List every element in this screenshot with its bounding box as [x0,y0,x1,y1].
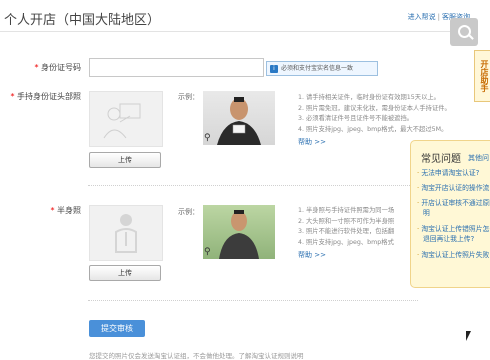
info-icon: i [270,64,278,73]
handheld-photo-label: * 手持身份证头部照 [10,92,81,101]
mouse-cursor-icon [466,331,471,341]
handheld-rules: 1. 请手持相关证件，临时身份证有效期15天以上。 2. 照片需免冠，建议未化妆… [298,94,451,133]
submit-review-button[interactable]: 提交审核 [89,320,145,337]
example-label: 示例： [178,93,199,101]
half-body-label: * 半身照 [50,206,81,215]
id-number-label: * 身份证号码 [34,63,81,72]
side-helper-tab[interactable]: 开店助手 [474,50,490,102]
handheld-photo-placeholder [89,91,163,147]
faq-item-continued[interactable]: 明 [423,208,430,218]
header-divider [0,31,470,32]
page-title: 个人开店（中国大陆地区） [4,13,161,28]
faq-panel: 常见问题 其他问 · 无法申请淘宝认证? · 淘宝开店认证的操作流 · 开店认证… [410,140,490,288]
half-body-placeholder [89,205,163,261]
required-mark: * [34,63,39,72]
faq-item[interactable]: · 淘宝认证上传照片失败 [417,250,489,260]
faq-item[interactable]: · 无法申请淘宝认证? [417,168,479,178]
half-body-example-photo [203,205,275,259]
faq-item[interactable]: · 淘宝认证上传错照片怎么 [417,224,490,234]
section-divider [88,185,418,186]
handheld-example-photo [203,91,275,145]
handheld-help-link[interactable]: 帮助 >> [298,137,326,147]
zoom-example-icon[interactable]: ⚲ [204,133,211,143]
upload-handheld-button[interactable]: 上传 [89,152,161,168]
half-body-help-link[interactable]: 帮助 >> [298,250,326,260]
id-hint-box: i 必须和支付宝实名信息一致 [266,61,378,76]
example-label: 示例： [178,208,199,216]
faq-title: 常见问题 [421,154,461,165]
half-body-rules: 1. 半身照与手持证件照需为同一场 2. 大头照和一寸照不可作为半身照 3. 照… [298,207,395,246]
faq-item[interactable]: · 淘宝开店认证的操作流 [417,183,489,193]
faq-more-link[interactable]: 其他问 [468,153,489,163]
faq-item-continued[interactable]: 退回再让我上传? [423,234,474,244]
person-silhouette-icon [115,214,137,253]
zoom-button[interactable] [450,18,478,46]
id-card-person-icon [103,103,141,139]
section-divider [88,300,418,301]
help-link[interactable]: 进入帮说 [408,13,436,21]
bottom-note: 您提交的照片仅会发送淘宝认证组，不会做他处理。了解淘宝认证规则说明 [89,352,304,360]
faq-item[interactable]: · 开店认证审核不通过原因 [417,198,490,208]
id-number-input[interactable] [89,58,264,77]
zoom-example-icon[interactable]: ⚲ [204,247,211,257]
upload-half-body-button[interactable]: 上传 [89,265,161,281]
